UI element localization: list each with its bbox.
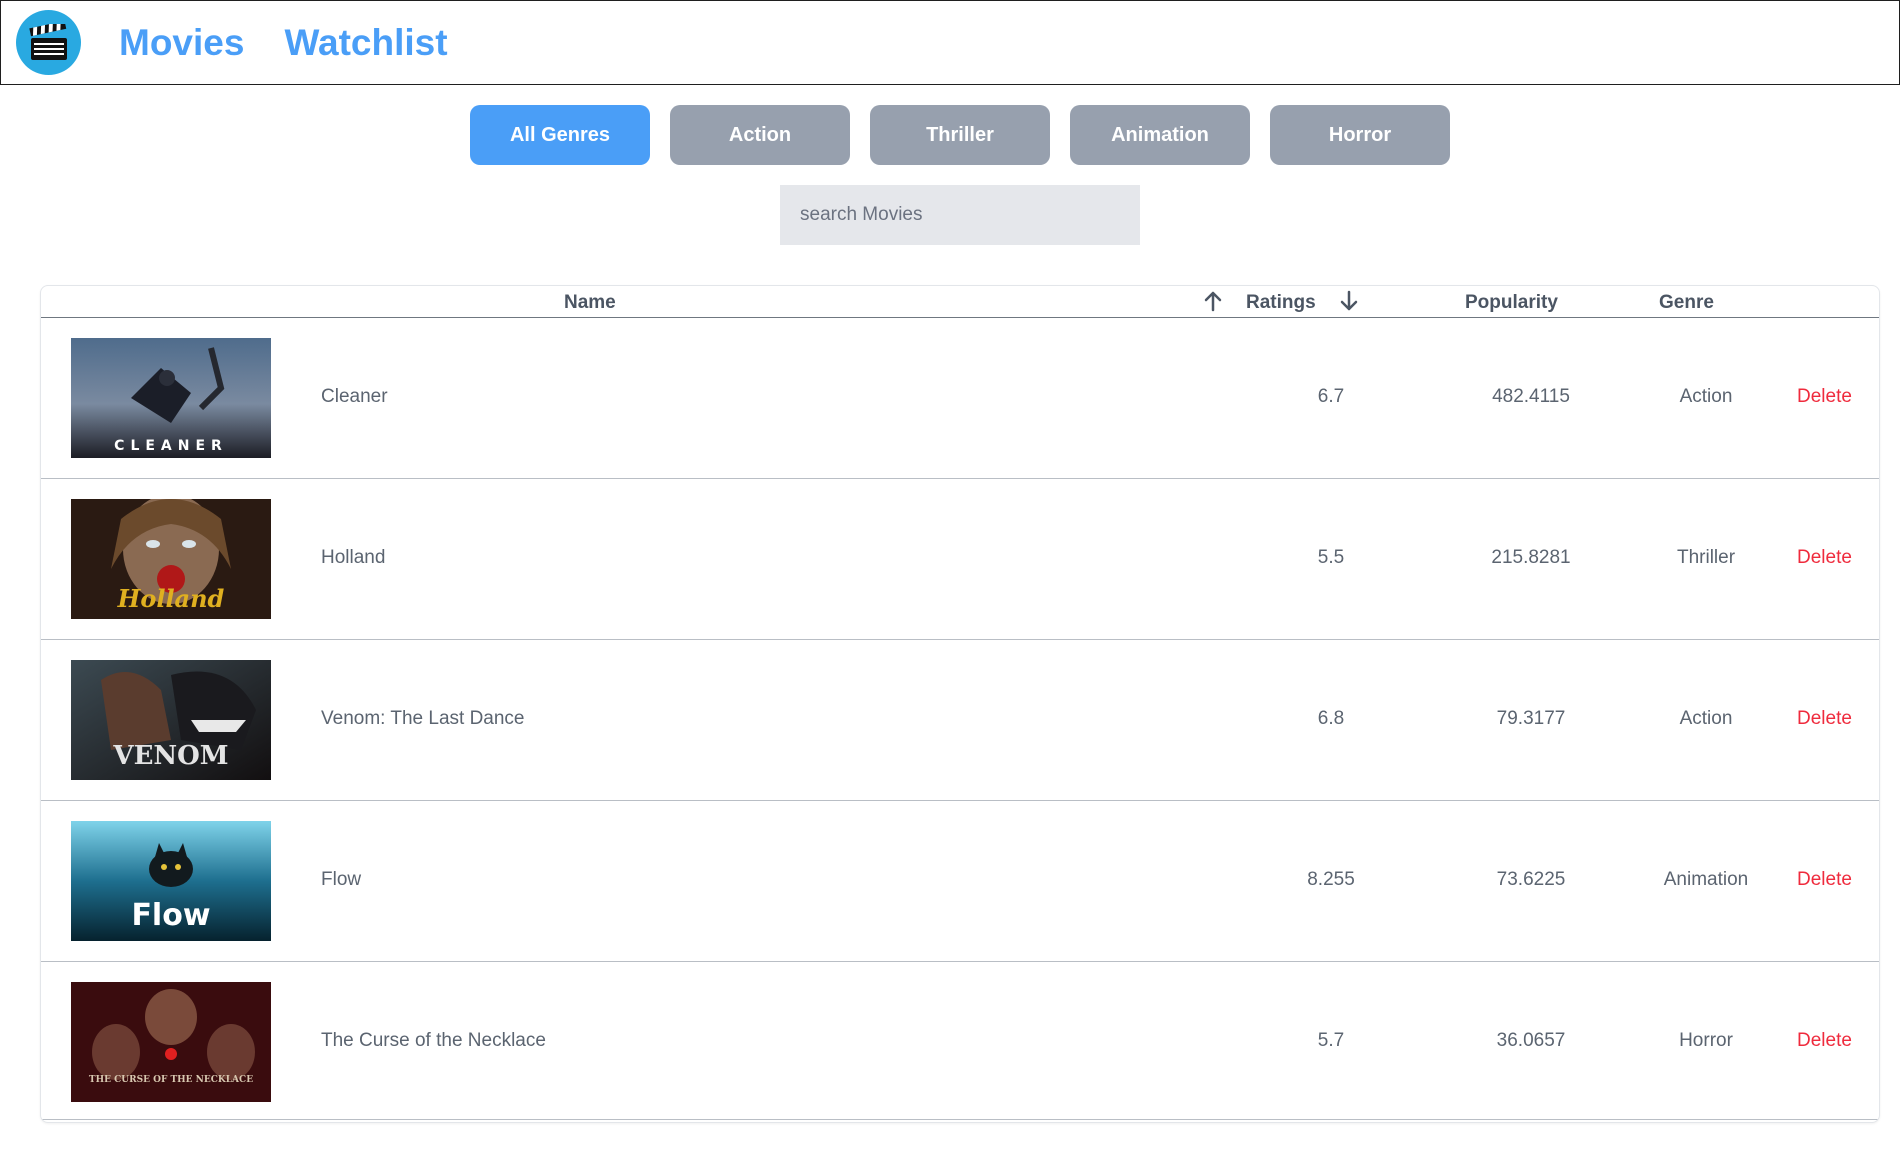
- movie-rating: 6.7: [1317, 386, 1345, 407]
- poster-title: VENOM: [112, 741, 228, 771]
- movie-popularity: 36.0657: [1496, 1030, 1566, 1051]
- movie-popularity: 79.3177: [1496, 708, 1566, 729]
- movie-rating: 6.8: [1317, 708, 1345, 729]
- movie-genre: Thriller: [1676, 547, 1736, 568]
- genre-button-thriller[interactable]: Thriller: [870, 105, 1050, 165]
- arrow-down-icon[interactable]: [1339, 290, 1359, 312]
- table-row: Holland Holland 5.5 215.8281 Thriller De…: [41, 479, 1879, 640]
- delete-button[interactable]: Delete: [1797, 869, 1852, 891]
- movie-genre: Animation: [1663, 869, 1749, 890]
- movie-poster: Holland: [71, 499, 271, 619]
- poster-title: Flow: [131, 898, 210, 933]
- table-row: THE CURSE OF THE NECKLACE The Curse of t…: [41, 962, 1879, 1120]
- top-navbar: Movies Watchlist: [0, 0, 1900, 85]
- movie-name: Cleaner: [321, 386, 388, 407]
- delete-button[interactable]: Delete: [1797, 1030, 1852, 1052]
- movie-name: Holland: [321, 547, 386, 568]
- table-row: VENOM Venom: The Last Dance 6.8 79.3177 …: [41, 640, 1879, 801]
- movie-genre: Horror: [1679, 1030, 1733, 1051]
- nav-link-watchlist[interactable]: Watchlist: [284, 22, 447, 64]
- delete-button[interactable]: Delete: [1797, 386, 1852, 408]
- movie-poster: VENOM: [71, 660, 271, 780]
- genre-button-all[interactable]: All Genres: [470, 105, 650, 165]
- clapperboard-icon[interactable]: [16, 10, 81, 75]
- column-header-ratings: Ratings: [1246, 292, 1316, 313]
- column-header-popularity: Popularity: [1465, 292, 1558, 313]
- poster-title: Holland: [117, 584, 225, 613]
- movie-genre: Action: [1679, 386, 1733, 407]
- genre-filter-bar: All Genres Action Thriller Animation Hor…: [470, 105, 1450, 165]
- poster-title: THE CURSE OF THE NECKLACE: [89, 1075, 253, 1085]
- delete-button[interactable]: Delete: [1797, 547, 1852, 569]
- movie-name: Flow: [321, 869, 362, 890]
- movie-poster: CLEANER: [71, 338, 271, 458]
- movie-name: Venom: The Last Dance: [321, 708, 525, 729]
- table-header: Name Ratings Popularity Genre: [41, 286, 1879, 318]
- movie-poster: THE CURSE OF THE NECKLACE: [71, 982, 271, 1102]
- movie-popularity: 73.6225: [1496, 869, 1566, 890]
- search-input[interactable]: [780, 185, 1140, 245]
- genre-button-animation[interactable]: Animation: [1070, 105, 1250, 165]
- movie-name: The Curse of the Necklace: [321, 1030, 546, 1051]
- column-header-name: Name: [564, 292, 616, 313]
- movie-rating: 8.255: [1307, 869, 1355, 890]
- table-row: CLEANER Cleaner 6.7 482.4115 Action Dele…: [41, 318, 1879, 479]
- genre-button-action[interactable]: Action: [670, 105, 850, 165]
- movie-popularity: 482.4115: [1492, 386, 1570, 407]
- movie-popularity: 215.8281: [1491, 547, 1571, 568]
- table-row: Flow Flow 8.255 73.6225 Animation Delete: [41, 801, 1879, 962]
- movie-poster: Flow: [71, 821, 271, 941]
- arrow-up-icon[interactable]: [1203, 290, 1223, 312]
- movie-genre: Action: [1679, 708, 1733, 729]
- delete-button[interactable]: Delete: [1797, 708, 1852, 730]
- movies-table: Name Ratings Popularity Genre CLEANER Cl…: [40, 285, 1880, 1123]
- column-header-genre: Genre: [1659, 292, 1714, 313]
- movie-rating: 5.5: [1317, 547, 1345, 568]
- genre-button-horror[interactable]: Horror: [1270, 105, 1450, 165]
- poster-title: CLEANER: [114, 438, 228, 454]
- nav-link-movies[interactable]: Movies: [119, 22, 244, 64]
- movie-rating: 5.7: [1317, 1030, 1345, 1051]
